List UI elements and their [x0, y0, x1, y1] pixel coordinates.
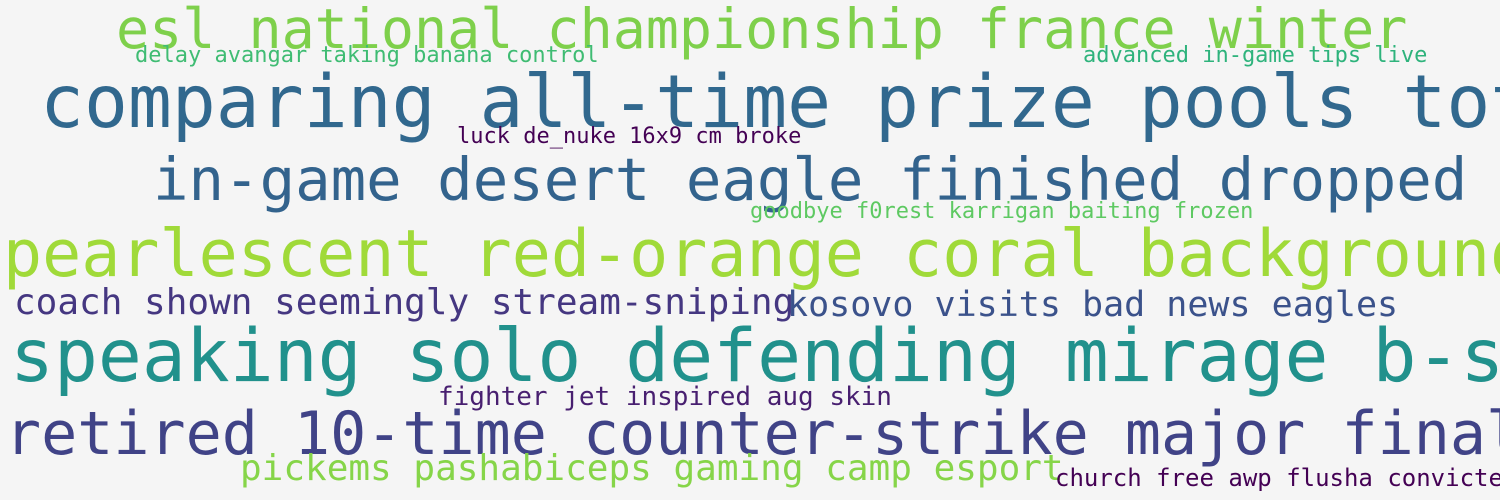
- word-cloud: esl national championship france winter …: [0, 0, 1500, 500]
- phrase-church-flusha: church free awp flusha convicted: [1055, 464, 1500, 492]
- phrase-pickems-pashabiceps: pickems pashabiceps gaming camp esport: [240, 448, 1064, 489]
- phrase-pearlescent-coral: pearlescent red-orange coral background: [3, 217, 1500, 292]
